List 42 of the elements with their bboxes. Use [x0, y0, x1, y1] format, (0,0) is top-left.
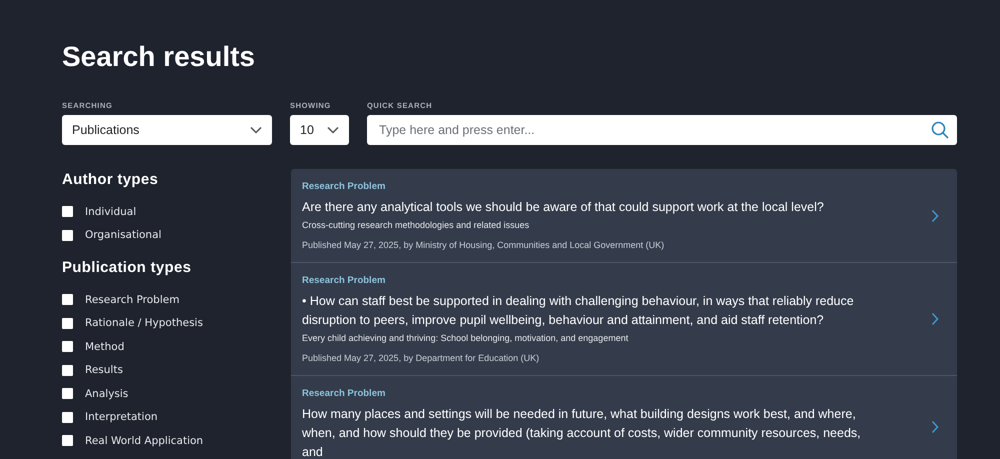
checkbox[interactable]: [62, 294, 73, 306]
checkbox[interactable]: [62, 364, 73, 376]
checkbox[interactable]: [62, 230, 73, 241]
search-field[interactable]: Type here and press enter...: [367, 115, 957, 145]
page-title: Search results: [62, 40, 256, 74]
checkbox-label: Rationale / Hypothesis: [85, 317, 203, 330]
checkbox[interactable]: [62, 206, 73, 218]
result-meta: Published May 27, 2025, by Department for Education (UK): [302, 353, 540, 363]
checkbox-label: Results: [85, 364, 123, 376]
checkbox[interactable]: [62, 341, 73, 352]
result-card[interactable]: [291, 263, 957, 376]
result-type: Research Problem: [302, 275, 386, 286]
result-meta: Published May 27, 2025, by Ministry of Housing, Communities and Local Government (UK): [302, 240, 666, 250]
result-topic: Cross-cutting research methodologies and related issues: [302, 220, 530, 230]
result-type: Research Problem: [302, 388, 386, 399]
result-topic: Every child achieving and thriving: School belonging, motivation, and engagement: [302, 333, 630, 343]
checkbox-label: Individual: [85, 206, 136, 218]
result-title: • How can staff best be supported in dealing with challenging behaviour, in ways that reliably reduce disruption to peers, improve pupil wellbeing, behaviour and attainment, and aid staff retention?: [302, 293, 855, 329]
checkbox-label: Real World Application: [85, 434, 204, 447]
search-icon: [931, 121, 949, 139]
section-heading: Publication types: [62, 258, 192, 278]
chevron-down-icon: [250, 126, 262, 134]
chevron-right-icon: [931, 420, 939, 434]
chevron-right-icon: [931, 312, 939, 326]
checkbox[interactable]: [62, 435, 73, 446]
checkbox-label: Organisational: [85, 229, 162, 242]
result-title: Are there any analytical tools we should be aware of that could support work at the local level?: [302, 199, 825, 216]
result-type: Research Problem: [302, 181, 386, 192]
checkbox-label: Method: [85, 340, 124, 353]
dropdown[interactable]: 10: [290, 115, 349, 145]
checkbox-label: Research Problem: [85, 294, 180, 306]
checkbox-label: Analysis: [85, 388, 128, 400]
checkbox[interactable]: [62, 388, 73, 400]
chevron-right-icon: [931, 208, 939, 222]
dropdown[interactable]: Publications: [62, 115, 272, 145]
chevron-down-icon: [327, 126, 339, 134]
section-heading: Author types: [62, 170, 160, 190]
result-card[interactable]: [291, 169, 957, 263]
result-title: How many places and settings will be needed in future, what building designs work best, and where, when, and how should they be provided (taking account of costs, wider community resources, needs, and: [302, 406, 862, 459]
checkbox-label: Interpretation: [85, 411, 158, 424]
checkbox[interactable]: [62, 412, 73, 423]
checkbox[interactable]: [62, 318, 73, 329]
